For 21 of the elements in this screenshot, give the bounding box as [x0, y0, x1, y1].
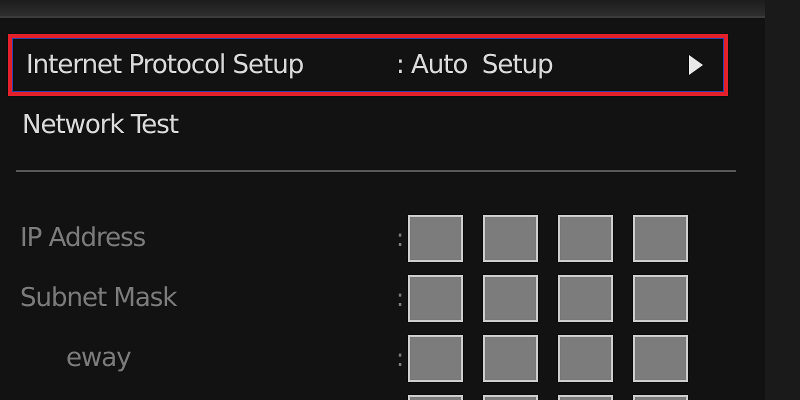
separator: :: [396, 344, 404, 372]
menu-item[interactable]: Network Test: [8, 96, 728, 154]
arrow-icon: [688, 54, 704, 76]
separator: :: [396, 284, 404, 312]
field-label: Subnet Mask: [20, 283, 176, 313]
input-field[interactable]: [408, 274, 463, 322]
input-field[interactable]: [483, 274, 538, 322]
input-field[interactable]: [483, 214, 538, 262]
input-field[interactable]: [633, 334, 688, 382]
input-field[interactable]: [408, 214, 463, 262]
input-field[interactable]: [408, 334, 463, 382]
menu-item[interactable]: Internet Protocol Setup : Auto Setup: [8, 34, 728, 96]
input-field[interactable]: [483, 334, 538, 382]
separator: :: [396, 224, 404, 252]
input-field[interactable]: [558, 334, 613, 382]
input-field[interactable]: [633, 214, 688, 262]
field-label: IP Address: [20, 223, 146, 253]
input-field[interactable]: [633, 274, 688, 322]
input-field[interactable]: [558, 274, 613, 322]
field-label: eway: [65, 343, 131, 373]
input-field[interactable]: [558, 214, 613, 262]
